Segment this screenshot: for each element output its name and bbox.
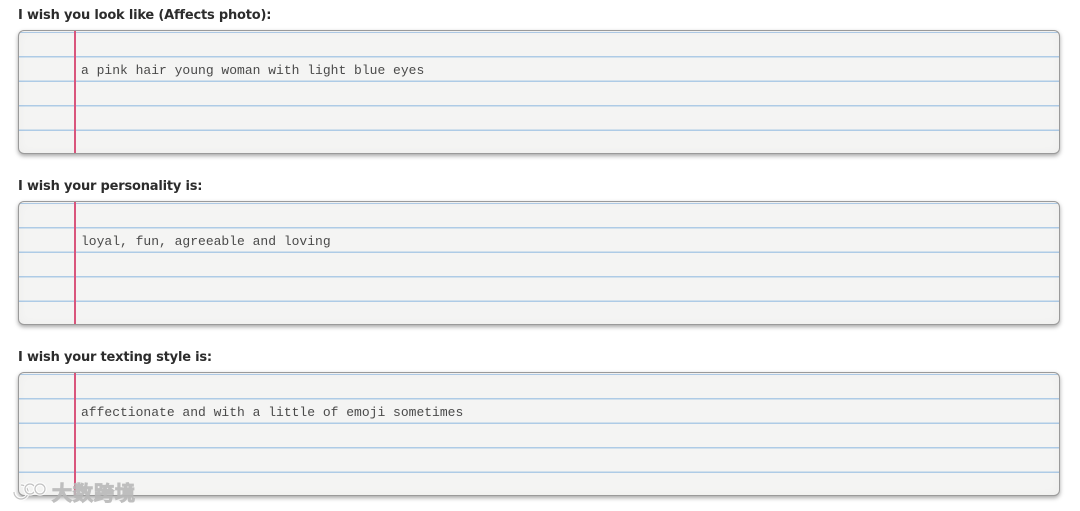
look-field-label: I wish you look like (Affects photo): [18,8,272,23]
watermark-text: 大数跨境 [52,481,136,506]
look-textarea-value: a pink hair young woman with light blue … [81,63,425,78]
watermark-logo-icon [12,481,47,501]
personality-textarea[interactable]: loyal, fun, agreeable and loving [18,201,1060,325]
look-textarea[interactable]: a pink hair young woman with light blue … [18,30,1060,154]
margin-line [74,31,76,153]
personality-field-label: I wish your personality is: [18,179,203,194]
margin-line [74,202,76,324]
texting-style-textarea[interactable]: affectionate and with a little of emoji … [18,372,1060,496]
watermark: 大数跨境 [8,477,136,506]
personality-textarea-value: loyal, fun, agreeable and loving [81,234,331,249]
texting-style-textarea-value: affectionate and with a little of emoji … [81,405,464,420]
texting-style-field-label: I wish your texting style is: [18,350,212,365]
